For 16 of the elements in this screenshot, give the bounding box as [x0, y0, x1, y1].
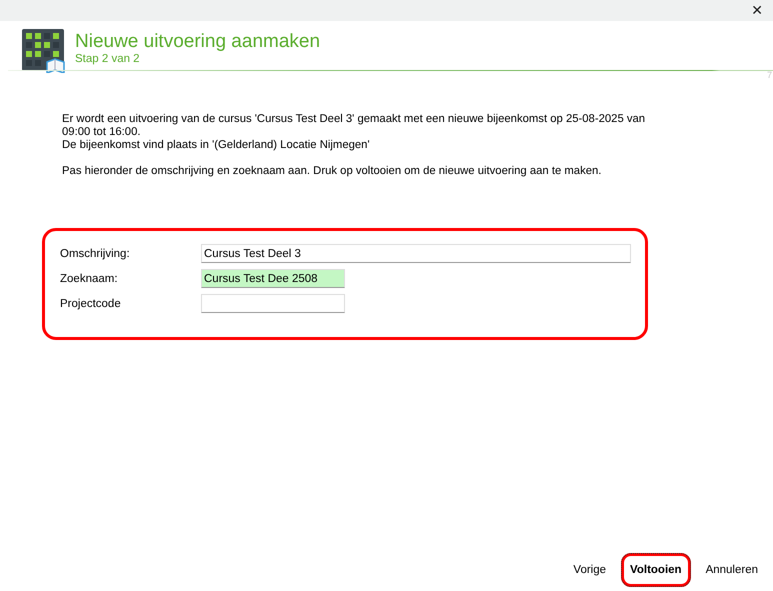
close-button[interactable]: ✕	[743, 2, 771, 18]
dialog-button[interactable]: Annuleren	[696, 553, 767, 587]
calendar-book-icon	[22, 29, 66, 73]
input-field[interactable]: Cursus Test Dee 2508	[201, 269, 345, 288]
dialog-title: Nieuwe uitvoering aanmaken	[75, 31, 320, 53]
dialog-button[interactable]: Vorige	[564, 553, 616, 587]
field-label: Omschrijving:	[60, 248, 131, 260]
intro-text: Pas hieronder de omschrijving en zoeknaam aan. Druk op voltooien om de nieuwe uitvoering aan te maken.	[62, 165, 602, 178]
step-indicator: Stap 2 van 2	[75, 53, 141, 66]
intro-text: De bijeenkomst vind plaats in '(Gelderland) Locatie Nijmegen'	[62, 139, 371, 152]
intro-text: Er wordt een uitvoering van de cursus 'Cursus Test Deel 3' gemaakt met een nieuwe bijeenkomst op 25-08-2025 van 09:00 tot 16:00.	[62, 113, 646, 139]
field-label: Zoeknaam:	[60, 272, 119, 284]
input-field[interactable]: Cursus Test Deel 3	[201, 244, 631, 263]
input-field[interactable]	[201, 294, 345, 313]
field-label: Projectcode	[60, 298, 122, 310]
dialog-button[interactable]: Voltooien	[621, 553, 691, 587]
